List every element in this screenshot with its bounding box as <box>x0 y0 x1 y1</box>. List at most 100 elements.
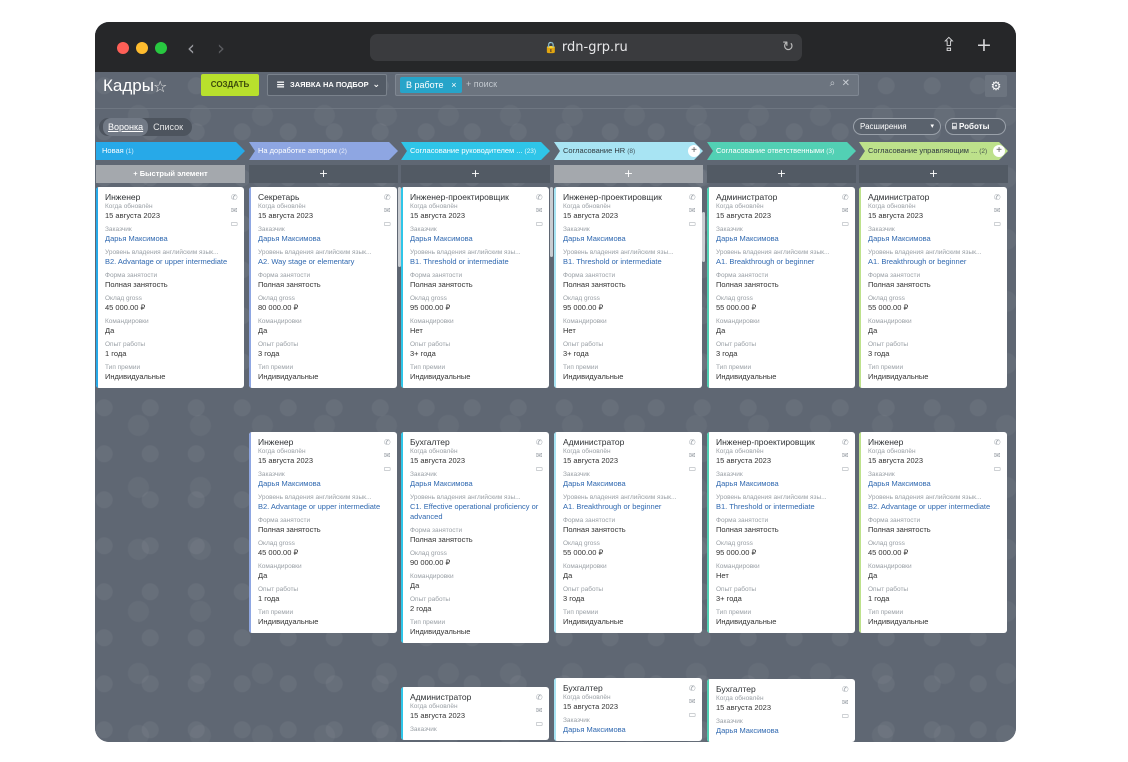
deal-card[interactable]: ✆ ✉ ▭ Инженер Когда обновлён 15 августа 2023 З… <box>96 187 244 388</box>
field-value-english[interactable]: B2. Advantage or upper intermediate <box>105 257 236 267</box>
chat-icon[interactable]: ▭ <box>841 709 849 722</box>
minimize-window-button[interactable] <box>136 42 148 54</box>
column-header[interactable]: Согласование ответственными (3) <box>707 142 856 160</box>
field-value-client[interactable]: Дарья Максимова <box>105 234 236 244</box>
card-title[interactable]: Администратор <box>563 437 694 447</box>
add-item-button[interactable]: + Быстрый элемент <box>96 165 245 183</box>
view-list-tab[interactable]: Список <box>148 118 188 136</box>
deal-card[interactable]: ✆ ✉ ▭ Инженер-проектировщик Когда обновлён 15… <box>554 187 702 388</box>
card-title[interactable]: Инженер-проектировщик <box>716 437 847 447</box>
extensions-button[interactable]: Расширения ▾ <box>853 118 941 135</box>
field-value-client[interactable]: Дарья Максимова <box>563 479 694 489</box>
create-button[interactable]: СОЗДАТЬ <box>201 74 259 96</box>
field-value-english[interactable]: A1. Breakthrough or beginner <box>563 502 694 512</box>
field-value-client[interactable]: Дарья Максимова <box>868 479 999 489</box>
star-icon[interactable]: ☆ <box>153 77 167 96</box>
mail-icon[interactable]: ✉ <box>842 204 849 217</box>
field-value-english[interactable]: B1. Threshold or intermediate <box>410 257 541 267</box>
address-bar[interactable]: 🔒 rdn-grp.ru ↻ <box>370 34 802 61</box>
back-icon[interactable]: ‹ <box>187 36 195 60</box>
scrollbar[interactable] <box>398 187 401 267</box>
field-value-client[interactable]: Дарья Максимова <box>716 479 847 489</box>
chat-icon[interactable]: ▭ <box>383 217 391 230</box>
chat-icon[interactable]: ▭ <box>535 717 543 730</box>
mail-icon[interactable]: ✉ <box>842 696 849 709</box>
deal-card[interactable]: ✆ ✉ ▭ Бухгалтер Когда обновлён 15 августа 202… <box>707 679 855 742</box>
mail-icon[interactable]: ✉ <box>689 695 696 708</box>
card-title[interactable]: Бухгалтер <box>410 437 541 447</box>
deal-card[interactable]: ✆ ✉ ▭ Администратор Когда обновлён 15 августа… <box>554 432 702 633</box>
column-header[interactable]: Согласование управляющим ... (2) + <box>859 142 1008 160</box>
phone-icon[interactable]: ✆ <box>994 191 1001 204</box>
mail-icon[interactable]: ✉ <box>842 449 849 462</box>
close-icon[interactable]: × <box>451 77 456 93</box>
field-value-english[interactable]: B2. Advantage or upper intermediate <box>868 502 999 512</box>
deal-card[interactable]: ✆ ✉ ▭ Инженер Когда обновлён 15 августа 2023 З… <box>859 432 1007 633</box>
card-title[interactable]: Инженер-проектировщик <box>563 192 694 202</box>
deal-card[interactable]: ✆ ✉ ▭ Администратор Когда обновлён 15 августа… <box>707 187 855 388</box>
chat-icon[interactable]: ▭ <box>688 217 696 230</box>
mail-icon[interactable]: ✉ <box>689 449 696 462</box>
add-item-button[interactable]: + <box>249 165 398 183</box>
phone-icon[interactable]: ✆ <box>842 191 849 204</box>
deal-card[interactable]: ✆ ✉ ▭ Инженер-проектировщик Когда обновлён 15… <box>707 432 855 633</box>
field-value-english[interactable]: B1. Threshold or intermediate <box>563 257 694 267</box>
column-header[interactable]: Согласование HR (8) + <box>554 142 703 160</box>
plus-icon[interactable]: + <box>993 145 1005 157</box>
mail-icon[interactable]: ✉ <box>994 204 1001 217</box>
phone-icon[interactable]: ✆ <box>689 436 696 449</box>
field-value-client[interactable]: Дарья Максимова <box>868 234 999 244</box>
phone-icon[interactable]: ✆ <box>536 436 543 449</box>
mail-icon[interactable]: ✉ <box>231 204 238 217</box>
field-value-english[interactable]: A2. Way stage or elementary <box>258 257 389 267</box>
field-value-client[interactable]: Дарья Максимова <box>410 479 541 489</box>
view-funnel-tab[interactable]: Воронка <box>103 118 149 136</box>
phone-icon[interactable]: ✆ <box>689 191 696 204</box>
chat-icon[interactable]: ▭ <box>993 217 1001 230</box>
mail-icon[interactable]: ✉ <box>689 204 696 217</box>
card-title[interactable]: Инженер <box>868 437 999 447</box>
robots-button[interactable]: ⌸ Роботы <box>945 118 1006 135</box>
chat-icon[interactable]: ▭ <box>841 462 849 475</box>
card-title[interactable]: Инженер <box>105 192 236 202</box>
phone-icon[interactable]: ✆ <box>536 191 543 204</box>
phone-icon[interactable]: ✆ <box>231 191 238 204</box>
deal-card[interactable]: ✆ ✉ ▭ Секретарь Когда обновлён 15 августа 202… <box>249 187 397 388</box>
deal-card[interactable]: ✆ ✉ ▭ Администратор Когда обновлён 15 августа… <box>859 187 1007 388</box>
mail-icon[interactable]: ✉ <box>536 204 543 217</box>
mail-icon[interactable]: ✉ <box>536 449 543 462</box>
chat-icon[interactable]: ▭ <box>688 708 696 721</box>
chat-icon[interactable]: ▭ <box>688 462 696 475</box>
field-value-client[interactable]: Дарья Максимова <box>410 234 541 244</box>
chat-icon[interactable]: ▭ <box>535 217 543 230</box>
deal-card[interactable]: ✆ ✉ ▭ Администратор Когда обновлён 15 августа… <box>401 687 549 740</box>
filter-chip[interactable]: В работе × <box>400 77 462 93</box>
share-icon[interactable]: ⇪ <box>941 34 957 56</box>
chat-icon[interactable]: ▭ <box>841 217 849 230</box>
field-value-english[interactable]: A1. Breakthrough or beginner <box>716 257 847 267</box>
phone-icon[interactable]: ✆ <box>536 691 543 704</box>
card-title[interactable]: Администратор <box>410 692 541 702</box>
search-icon[interactable]: ⌕ ✕ <box>830 78 850 89</box>
forward-icon[interactable]: › <box>217 36 225 60</box>
card-title[interactable]: Инженер <box>258 437 389 447</box>
chat-icon[interactable]: ▭ <box>383 462 391 475</box>
add-item-button[interactable]: + <box>401 165 550 183</box>
card-title[interactable]: Администратор <box>716 192 847 202</box>
add-item-button[interactable]: + <box>859 165 1008 183</box>
deal-card[interactable]: ✆ ✉ ▭ Инженер-проектировщик Когда обновлён 15… <box>401 187 549 388</box>
phone-icon[interactable]: ✆ <box>842 436 849 449</box>
mail-icon[interactable]: ✉ <box>384 204 391 217</box>
phone-icon[interactable]: ✆ <box>384 436 391 449</box>
deal-card[interactable]: ✆ ✉ ▭ Бухгалтер Когда обновлён 15 августа 202… <box>401 432 549 643</box>
field-value-english[interactable]: B1. Threshold or intermediate <box>716 502 847 512</box>
deal-card[interactable]: ✆ ✉ ▭ Бухгалтер Когда обновлён 15 августа 202… <box>554 678 702 741</box>
field-value-english[interactable]: C1. Effective operational proficiency or… <box>410 502 541 522</box>
new-tab-icon[interactable]: + <box>976 34 992 56</box>
category-filter-button[interactable]: ≡ ЗАЯВКА НА ПОДБОР ⌄ <box>267 74 387 96</box>
column-header[interactable]: Новая (1) <box>96 142 245 160</box>
scrollbar[interactable] <box>550 187 553 257</box>
field-value-english[interactable]: A1. Breakthrough or beginner <box>868 257 999 267</box>
column-header[interactable]: Согласование руководителем ... (23) <box>401 142 550 160</box>
chat-icon[interactable]: ▭ <box>535 462 543 475</box>
